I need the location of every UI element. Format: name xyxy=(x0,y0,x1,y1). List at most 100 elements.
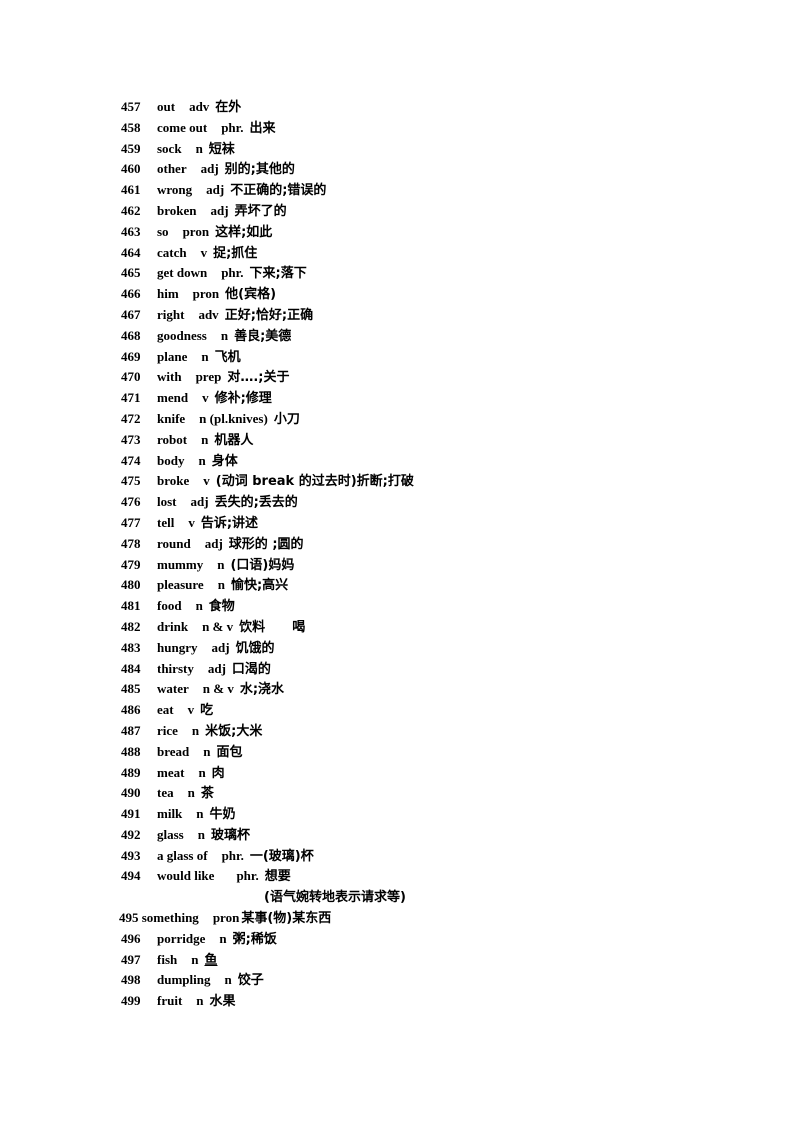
entry-number: 492 xyxy=(121,826,141,842)
entry-meaning: 告诉;讲述 xyxy=(200,515,259,531)
entry-pos: n xyxy=(201,348,209,364)
entry-word: plane xyxy=(157,348,188,364)
entry-meaning: 在外 xyxy=(215,100,242,115)
entry-number: 472 xyxy=(121,410,141,426)
entry-pos: adj xyxy=(210,202,229,218)
vocab-entry: 461 wrong adj 不正确的;错误的 xyxy=(121,180,414,201)
entry-pos: v xyxy=(202,390,209,406)
entry-number: 478 xyxy=(121,535,141,551)
entry-number: 462 xyxy=(121,202,141,218)
entry-meaning: 饺子 xyxy=(237,973,264,989)
entry-number: 466 xyxy=(121,286,141,302)
entry-meaning: 粥;稀饭 xyxy=(232,931,277,947)
entry-word: meat xyxy=(157,764,185,780)
entry-pos: n xyxy=(196,993,204,1009)
entry-number: 458 xyxy=(121,119,141,135)
entry-pos: n xyxy=(198,764,206,780)
vocab-entry: 483 hungry adj 饥饿的 xyxy=(121,638,414,659)
vocab-entry: 457 out adv 在外 xyxy=(121,97,414,118)
vocab-entry: 470 with prep 对….;关于 xyxy=(121,367,414,388)
entry-word: round xyxy=(157,535,191,551)
entry-pos: pron xyxy=(192,286,220,302)
entry-pos: n xyxy=(191,951,199,967)
entry-word: tea xyxy=(157,785,174,801)
entry-number: 468 xyxy=(121,327,141,343)
entry-word: sock xyxy=(157,140,182,156)
vocab-entry-continuation: (语气婉转地表示请求等) xyxy=(121,887,414,908)
vocab-entry: 477 tell v 告诉;讲述 xyxy=(121,513,414,534)
entry-meaning: 饥饿的 xyxy=(235,640,275,656)
entry-meaning: 修补;修理 xyxy=(214,391,272,407)
entry-meaning: 肉 xyxy=(211,765,225,781)
entry-pos: adj xyxy=(190,494,209,510)
entry-number: 465 xyxy=(121,265,141,281)
entry-number: 471 xyxy=(121,390,141,406)
entry-word: eat xyxy=(157,702,174,718)
vocab-entry: 476 lost adj 丢失的;丢去的 xyxy=(121,492,414,513)
entry-meaning: (口语)妈妈 xyxy=(230,557,295,573)
vocab-entry: 468 goodness n 善良;美德 xyxy=(121,326,414,347)
entry-meaning: 茶 xyxy=(200,786,214,802)
entry-word: thirsty xyxy=(157,660,194,676)
entry-meaning: 对….;关于 xyxy=(227,370,290,386)
entry-number: 482 xyxy=(121,618,141,634)
entry-pos: n xyxy=(196,806,204,822)
entry-number: 488 xyxy=(121,743,141,759)
entry-meaning: 某事(物)某东西 xyxy=(241,911,332,927)
entry-word: broke xyxy=(157,473,190,489)
entry-number: 485 xyxy=(121,681,141,697)
entry-word: pleasure xyxy=(157,577,204,593)
entry-number: 491 xyxy=(121,806,141,822)
entry-pos: adv xyxy=(198,306,219,322)
entry-pos: n xyxy=(198,452,206,468)
entry-word: something xyxy=(141,910,199,926)
entry-word: glass xyxy=(157,826,184,842)
entry-number: 490 xyxy=(121,785,141,801)
entry-word: knife xyxy=(157,410,186,426)
entry-meaning: 身体 xyxy=(211,453,238,469)
entry-pos: adj xyxy=(204,535,223,551)
entry-pos: v xyxy=(200,244,208,260)
entry-pos: n xyxy=(197,826,205,842)
vocab-entry: 467 right adv 正好;恰好;正确 xyxy=(121,305,414,326)
entry-meaning: 水果 xyxy=(209,994,236,1010)
entry-meaning: 牛奶 xyxy=(209,807,236,823)
entry-word: out xyxy=(157,99,176,114)
entry-word: body xyxy=(157,452,185,468)
vocab-entry: 495 something pron 某事(物)某东西 xyxy=(119,908,414,929)
vocab-entry: 498 dumpling n 饺子 xyxy=(121,970,414,991)
entry-meaning: 正好;恰好;正确 xyxy=(224,307,314,323)
vocabulary-list: 457 out adv 在外 458 come out phr. 出来 459 sock n 短袜… xyxy=(119,97,414,1012)
entry-pos: n xyxy=(224,972,232,988)
entry-word: broken xyxy=(157,202,197,218)
entry-number: 481 xyxy=(121,598,141,614)
document-page: 457 out adv 在外 458 come out phr. 出来 459 sock n 短袜… xyxy=(0,0,794,1123)
entry-number: 467 xyxy=(121,306,141,322)
entry-word: other xyxy=(157,161,187,177)
entry-word: so xyxy=(157,223,169,239)
entry-meaning: 球形的 ;圆的 xyxy=(228,536,304,552)
entry-pos: pron xyxy=(182,223,210,239)
vocab-entry: 496 porridge n 粥;稀饭 xyxy=(121,929,414,950)
entry-meaning: 他(宾格) xyxy=(225,287,277,303)
entry-meaning: 这样;如此 xyxy=(215,224,273,240)
vocab-entry: 458 come out phr. 出来 xyxy=(121,118,414,139)
entry-word: lost xyxy=(157,494,177,510)
entry-number: 499 xyxy=(121,993,141,1009)
entry-number: 476 xyxy=(121,494,141,510)
entry-number: 496 xyxy=(121,930,141,946)
entry-word: get down xyxy=(157,265,208,281)
vocab-entry: 463 so pron 这样;如此 xyxy=(121,222,414,243)
entry-meaning-continuation: (语气婉转地表示请求等) xyxy=(264,890,406,906)
entry-number: 469 xyxy=(121,348,141,364)
entry-number: 495 xyxy=(119,910,139,926)
entry-meaning: 出来 xyxy=(249,120,276,136)
vocab-entry: 487 rice n 米饭;大米 xyxy=(121,721,414,742)
entry-pos: phr. xyxy=(236,868,259,884)
entry-meaning: 玻璃杯 xyxy=(210,827,250,843)
entry-meaning: 一(玻璃)杯 xyxy=(249,848,314,864)
entry-number: 474 xyxy=(121,452,141,468)
entry-meaning: 想要 xyxy=(264,869,291,885)
entry-meaning: 短袜 xyxy=(208,141,235,157)
entry-meaning: 别的;其他的 xyxy=(224,162,295,178)
